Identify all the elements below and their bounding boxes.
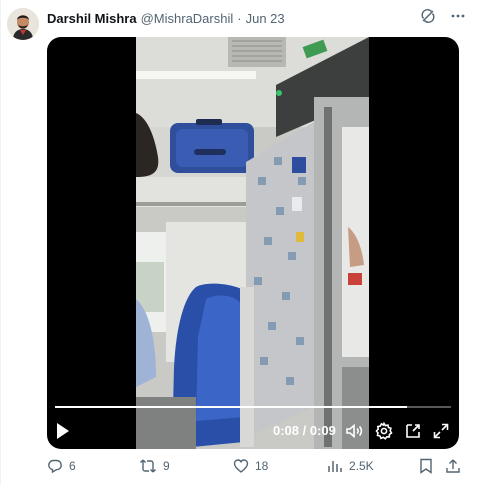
video-progress-fill — [55, 406, 408, 408]
tweet-top-actions — [420, 8, 466, 24]
reply-icon — [47, 458, 63, 474]
fullscreen-icon[interactable] — [431, 421, 451, 441]
pip-icon[interactable] — [403, 421, 423, 441]
video-time: 0:08 / 0:09 — [273, 423, 336, 438]
repost-icon — [139, 458, 157, 474]
reply-count: 6 — [69, 459, 76, 473]
views-button[interactable]: 2.5K — [327, 458, 374, 474]
settings-icon[interactable] — [374, 421, 394, 441]
video-frame[interactable] — [136, 37, 369, 449]
repost-button[interactable]: 9 — [139, 458, 170, 474]
share-icon[interactable] — [445, 458, 461, 474]
video-player[interactable]: 0:08 / 0:09 — [47, 37, 459, 449]
heart-icon — [233, 458, 249, 474]
video-time-display: 0:08 / 0:09 — [273, 423, 336, 438]
tweet-actions: 6 9 18 2.5K — [47, 458, 467, 478]
repost-count: 9 — [163, 459, 170, 473]
reply-button[interactable]: 6 — [47, 458, 76, 474]
header-separator: · — [237, 10, 242, 26]
post-date[interactable]: Jun 23 — [246, 11, 285, 26]
user-handle[interactable]: @MishraDarshil — [141, 11, 234, 26]
like-count: 18 — [255, 459, 269, 473]
views-icon — [327, 458, 343, 474]
avatar[interactable] — [7, 8, 39, 40]
more-icon[interactable] — [450, 8, 466, 24]
display-name[interactable]: Darshil Mishra — [47, 11, 137, 26]
tweet-header: Darshil Mishra @MishraDarshil · Jun 23 — [47, 9, 285, 27]
video-progress-track[interactable] — [55, 406, 451, 408]
tweet-card: Darshil Mishra @MishraDarshil · Jun 23 0… — [0, 0, 488, 484]
grok-icon[interactable] — [420, 8, 436, 24]
bookmark-icon[interactable] — [419, 458, 433, 474]
view-count: 2.5K — [349, 459, 374, 473]
play-icon[interactable] — [55, 422, 71, 440]
like-button[interactable]: 18 — [233, 458, 268, 474]
volume-icon[interactable] — [344, 421, 364, 441]
